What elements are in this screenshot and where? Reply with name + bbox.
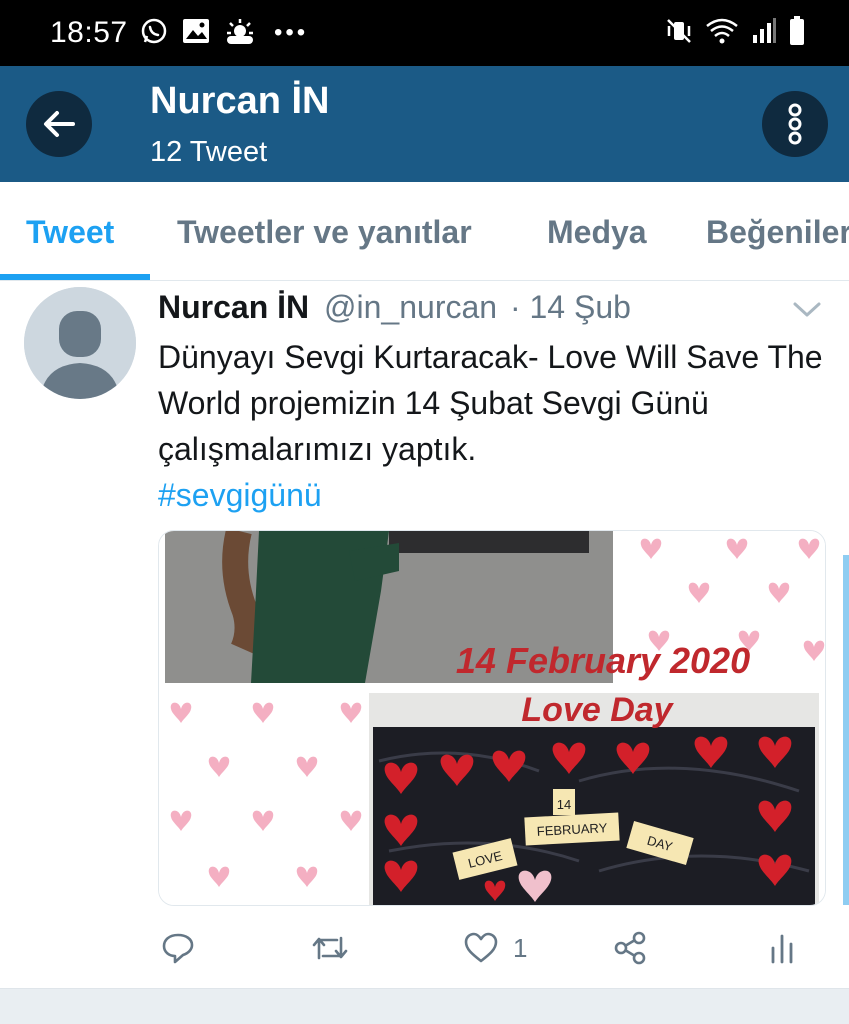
chevron-down-icon: [793, 302, 821, 317]
more-vertical-icon: [788, 103, 802, 145]
system-icons: [665, 15, 805, 51]
wifi-icon: [705, 17, 739, 50]
analytics-button[interactable]: [768, 928, 796, 968]
tweet-count: 12 Tweet: [150, 136, 268, 168]
avatar[interactable]: [24, 287, 136, 399]
tweet-body: Dünyayı Sevgi Kurtaracak- Love Will Save…: [158, 334, 828, 518]
status-bar: 18:57 •••: [0, 0, 849, 66]
tweet-media-image[interactable]: 14 FEBRUARY LOVE DAY 14 February 2020 Lo…: [158, 530, 826, 906]
back-button[interactable]: [26, 91, 92, 157]
analytics-icon: [771, 934, 793, 964]
battery-icon: [789, 15, 805, 51]
retweet-button[interactable]: [310, 928, 350, 968]
signal-icon: [751, 17, 777, 50]
like-button[interactable]: 1: [463, 928, 527, 968]
scrollbar-thumb[interactable]: [843, 555, 849, 905]
share-button[interactable]: [612, 928, 648, 968]
more-options-button[interactable]: [762, 91, 828, 157]
arrow-left-icon: [44, 111, 75, 137]
tab-tweet[interactable]: Tweet: [26, 214, 114, 251]
author-name[interactable]: Nurcan İN: [158, 289, 309, 325]
tab-tweets-and-replies[interactable]: Tweetler ve yanıtlar: [177, 214, 472, 251]
whatsapp-icon: [140, 17, 168, 50]
share-icon: [614, 931, 646, 965]
hashtag-link[interactable]: #sevgigünü: [158, 472, 828, 518]
active-tab-indicator: [0, 274, 150, 280]
profile-tabs: Tweet Tweetler ve yanıtlar Medya Beğenil…: [0, 182, 849, 281]
tweet-header: Nurcan İN @in_nurcan · 14 Şub: [158, 289, 631, 326]
sign-14: 14: [557, 797, 571, 812]
tab-media[interactable]: Medya: [547, 214, 647, 251]
profile-name: Nurcan İN: [150, 80, 330, 122]
like-count: 1: [513, 932, 528, 963]
tweet-actions: 1: [0, 920, 849, 976]
tweet-text: Dünyayı Sevgi Kurtaracak- Love Will Save…: [158, 339, 823, 467]
retweet-icon: [312, 936, 348, 960]
reply-icon: [162, 933, 194, 964]
banner-title-text: Love Day: [521, 691, 674, 729]
tweet-date[interactable]: · 14 Şub: [510, 289, 631, 325]
heart-icon: [464, 932, 498, 963]
more-notifications-icon: •••: [274, 19, 309, 46]
profile-header: Nurcan İN 12 Tweet: [0, 66, 849, 182]
default-avatar-icon: [24, 287, 136, 399]
media-photo: 14 FEBRUARY LOVE DAY 14 February 2020 Lo…: [159, 531, 825, 905]
banner-date-text: 14 February 2020: [456, 640, 750, 681]
tab-likes[interactable]: Beğeniler: [706, 214, 849, 251]
notification-icons: •••: [140, 16, 308, 50]
tweet-divider: [0, 988, 849, 1024]
weather-icon: [224, 17, 256, 50]
vibrate-mute-icon: [665, 17, 693, 50]
author-handle[interactable]: @in_nurcan: [324, 289, 497, 325]
gallery-icon: [182, 18, 210, 49]
status-time: 18:57: [50, 16, 128, 49]
reply-button[interactable]: [160, 928, 196, 968]
tweet-menu-button[interactable]: [790, 296, 824, 322]
